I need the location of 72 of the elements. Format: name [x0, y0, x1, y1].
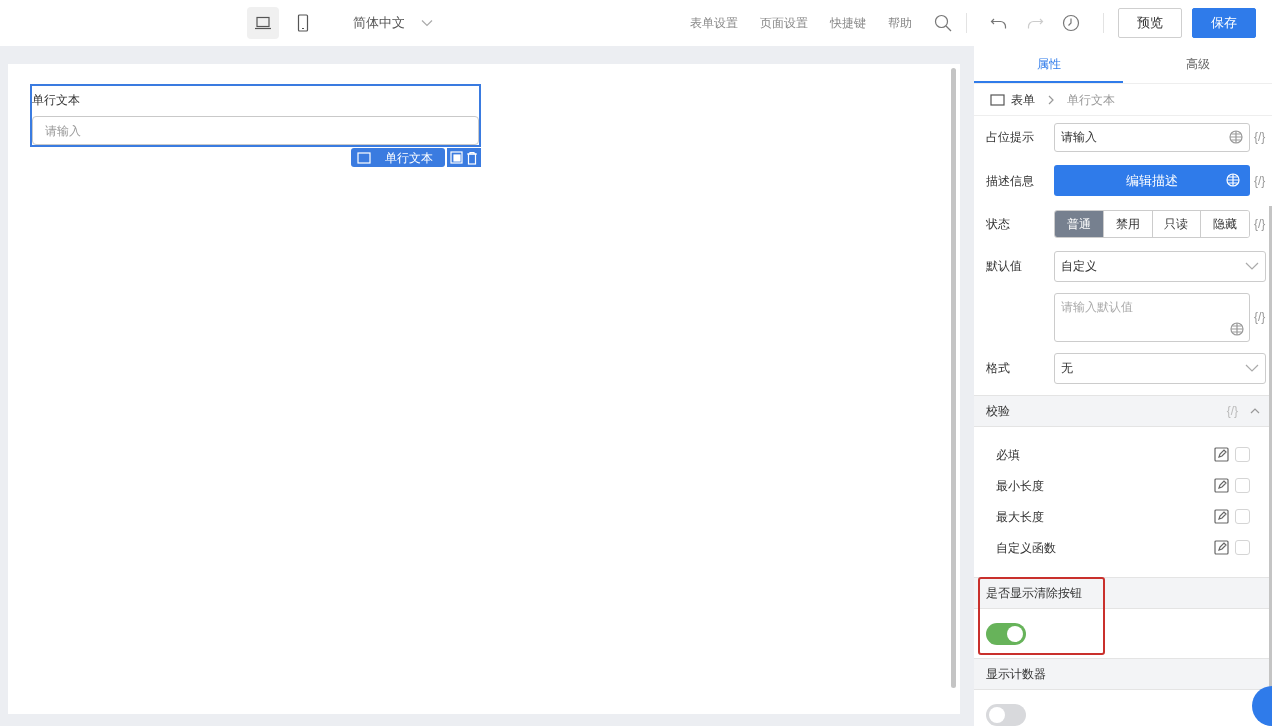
section-title: 显示计数器: [986, 666, 1046, 683]
checkbox[interactable]: [1235, 447, 1250, 462]
chevron-down-icon: [1245, 364, 1259, 372]
search-button[interactable]: [934, 14, 952, 32]
chevron-up-icon[interactable]: [1250, 408, 1260, 414]
input-value: 请输入: [1061, 129, 1097, 146]
toggle-switch[interactable]: [986, 703, 1026, 726]
globe-icon: [1229, 130, 1243, 144]
property-label: 描述信息: [986, 172, 1035, 190]
state-option[interactable]: 隐藏: [1200, 211, 1249, 237]
chevron-right-icon: [1047, 94, 1055, 105]
panel-tab[interactable]: 属性: [974, 46, 1123, 83]
panel-tab[interactable]: 高级: [1123, 46, 1272, 83]
chevron-down-icon: [1245, 262, 1259, 270]
save-button[interactable]: 保存: [1192, 8, 1256, 38]
toolbar-link[interactable]: 帮助: [888, 14, 912, 32]
state-option[interactable]: 普通: [1055, 211, 1103, 237]
rule-label: 必填: [996, 446, 1021, 464]
textbox-icon: [357, 151, 371, 164]
copy-icon: [450, 151, 463, 164]
edit-icon[interactable]: [1214, 478, 1229, 493]
edit-icon[interactable]: [1214, 447, 1229, 462]
property-label: 格式: [986, 360, 1011, 377]
rule-label: 最小长度: [996, 477, 1045, 495]
field-label: 单行文本: [32, 92, 81, 109]
property-label: 默认值: [986, 258, 1023, 275]
toolbar-link[interactable]: 快捷键: [830, 14, 866, 32]
globe-icon: [1226, 173, 1240, 187]
language-select[interactable]: 简体中文: [347, 12, 439, 34]
checkbox[interactable]: [1235, 509, 1250, 524]
phone-icon: [297, 14, 309, 32]
edit-icon[interactable]: [1214, 540, 1229, 555]
globe-icon: [1230, 321, 1244, 336]
placeholder-input-field[interactable]: 请输入: [1054, 122, 1250, 152]
select-value: 自定义: [1061, 258, 1097, 275]
desktop-view-button[interactable]: [247, 7, 279, 39]
trash-icon: [466, 150, 478, 165]
undo-button[interactable]: [990, 16, 1008, 30]
checkbox[interactable]: [1235, 478, 1250, 493]
property-label: 状态: [986, 216, 1011, 233]
property-label: 占位提示: [986, 129, 1035, 146]
field-type-tag[interactable]: 单行文本: [351, 148, 445, 167]
copy-button[interactable]: [450, 151, 463, 164]
dropdown-select[interactable]: 无: [1054, 352, 1266, 384]
expression-toggle[interactable]: {/}: [1254, 308, 1266, 326]
expression-toggle[interactable]: {/}: [1254, 128, 1266, 146]
toolbar-link[interactable]: 表单设置: [690, 14, 738, 32]
edit-description-button[interactable]: 编辑描述: [1054, 165, 1250, 196]
history-button[interactable]: [1062, 14, 1080, 32]
dropdown-select[interactable]: 自定义: [1054, 250, 1266, 282]
breadcrumb-item: 单行文本: [1067, 91, 1115, 109]
default-value-field[interactable]: 请输入默认值: [1054, 292, 1250, 342]
expression-toggle[interactable]: {/}: [1254, 171, 1266, 190]
checkbox[interactable]: [1235, 540, 1250, 555]
breadcrumb-item[interactable]: 表单: [1011, 90, 1035, 109]
chevron-down-icon: [421, 19, 433, 27]
preview-button[interactable]: 预览: [1118, 8, 1182, 38]
delete-button[interactable]: [466, 150, 478, 165]
toggle-switch[interactable]: [986, 622, 1026, 645]
toolbar-link[interactable]: 页面设置: [760, 14, 808, 32]
selected-field-frame[interactable]: 单行文本 请输入: [30, 84, 481, 147]
rule-label: 最大长度: [996, 508, 1045, 526]
edit-icon[interactable]: [1214, 509, 1229, 524]
form-icon: [990, 93, 1005, 106]
scrollbar[interactable]: [951, 68, 956, 688]
text-input-field[interactable]: 请输入: [32, 116, 479, 145]
select-value: 无: [1061, 360, 1073, 377]
section-title: 是否显示清除按钮: [986, 585, 1082, 602]
rule-label: 自定义函数: [996, 539, 1057, 557]
laptop-icon: [254, 16, 272, 30]
section-title: 校验: [986, 403, 1011, 420]
expression-toggle[interactable]: {/}: [1254, 215, 1266, 233]
